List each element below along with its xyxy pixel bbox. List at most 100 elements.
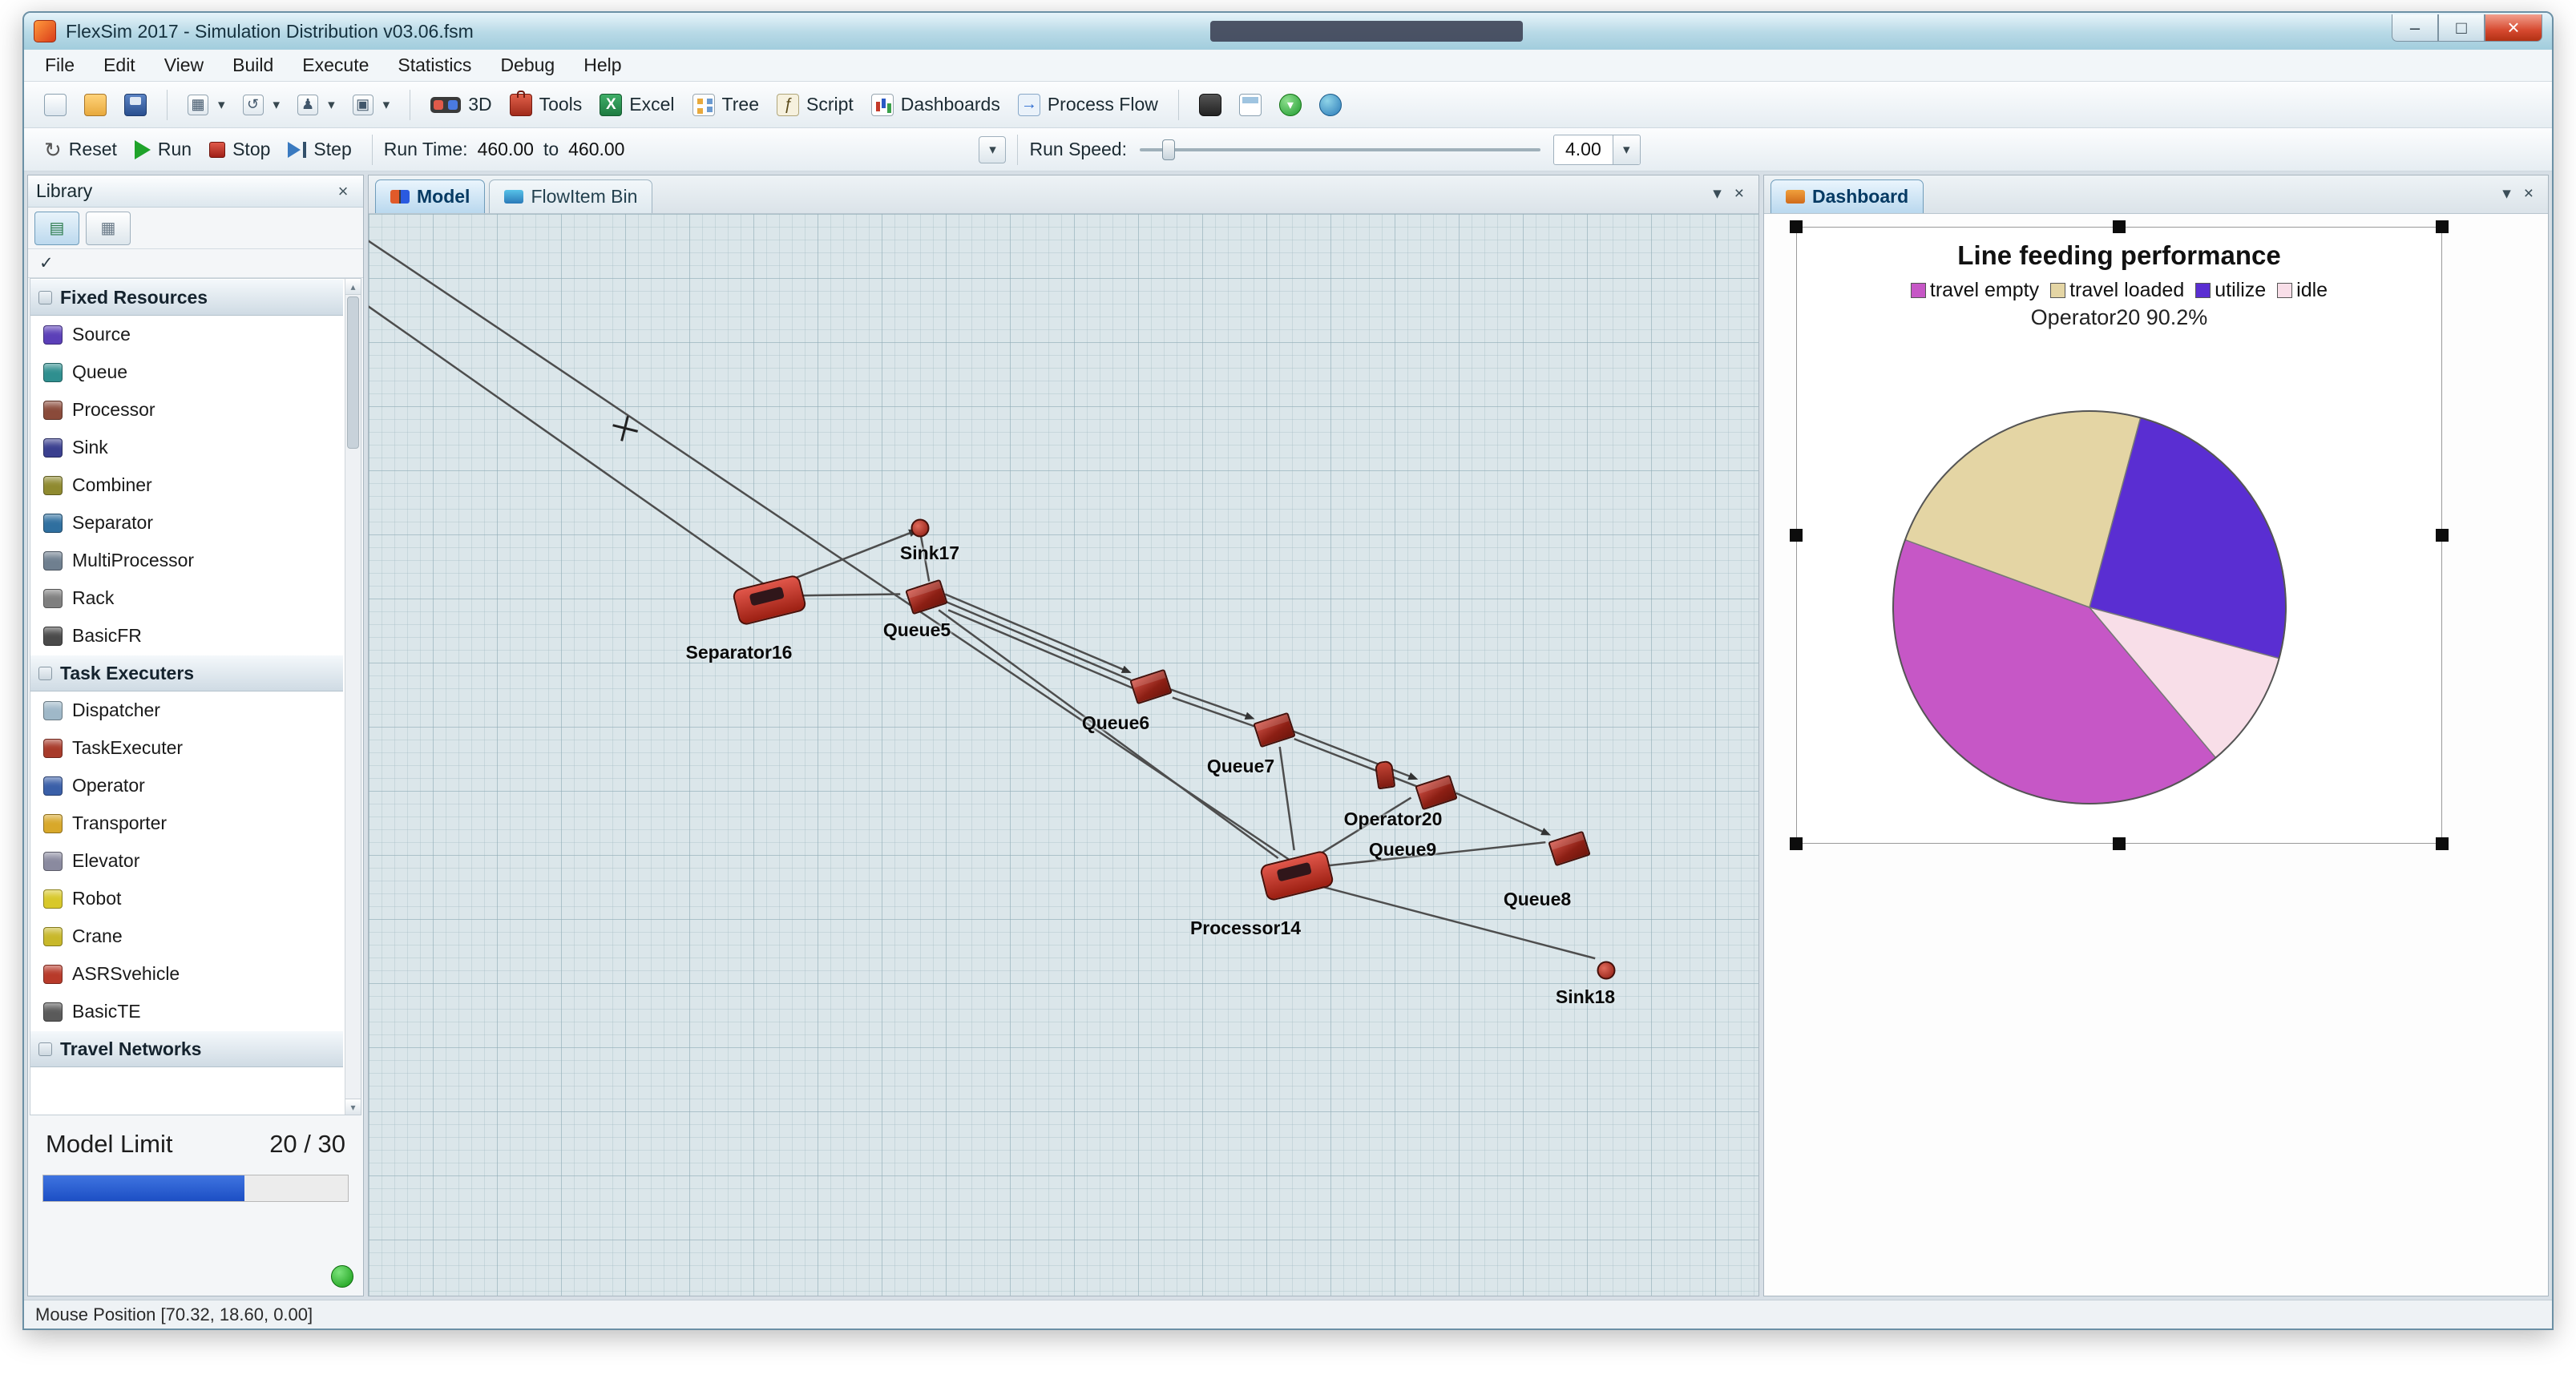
library-item-crane[interactable]: Crane	[30, 917, 343, 955]
legend-swatch	[2050, 283, 2065, 298]
tree-button[interactable]: Tree	[684, 90, 768, 120]
library-item-basicte[interactable]: BasicTE	[30, 993, 343, 1030]
library-item-elevator[interactable]: Elevator	[30, 842, 343, 880]
resize-handle[interactable]	[2436, 837, 2449, 850]
chart-subtitle: Operator20 90.2%	[1797, 305, 2441, 330]
library-item-rack[interactable]: Rack	[30, 579, 343, 617]
person-tool-dropdown[interactable]: ♟▾	[289, 91, 344, 119]
save-button[interactable]	[115, 90, 155, 120]
run-speed-slider[interactable]	[1140, 138, 1540, 162]
process-flow-button[interactable]: →Process Flow	[1009, 90, 1167, 120]
model-canvas[interactable]: Sink17Queue5Separator16Queue6Queue7Opera…	[369, 214, 1758, 1296]
dashboards-button[interactable]: Dashboards	[862, 90, 1009, 120]
run-speed-spinbox[interactable]: 4.00 ▾	[1553, 135, 1641, 165]
library-item-icon	[43, 927, 63, 946]
menu-item-help[interactable]: Help	[569, 50, 636, 81]
open-folder-icon	[84, 94, 107, 116]
maximize-button[interactable]: □	[2438, 14, 2485, 42]
menu-item-build[interactable]: Build	[218, 50, 288, 81]
library-item-taskexecuter[interactable]: TaskExecuter	[30, 729, 343, 767]
close-button[interactable]: ×	[2485, 14, 2542, 42]
library-item-sink[interactable]: Sink	[30, 429, 343, 466]
tab-list-dropdown-icon[interactable]: ▾	[2502, 183, 2511, 204]
run-button[interactable]: Run	[126, 135, 200, 164]
library-tab-objects[interactable]: ▤	[34, 212, 79, 245]
run-time-from-value[interactable]: 460.00	[478, 139, 534, 160]
menu-item-statistics[interactable]: Statistics	[383, 50, 486, 81]
tab-list-dropdown-icon[interactable]: ▾	[1713, 183, 1722, 204]
library-close-button[interactable]: ×	[331, 181, 355, 202]
library-item-operator[interactable]: Operator	[30, 767, 343, 804]
object-label-queue8: Queue8	[1504, 889, 1571, 910]
window-layout-button[interactable]	[1230, 90, 1270, 120]
menu-item-view[interactable]: View	[150, 50, 218, 81]
title-bar[interactable]: FlexSim 2017 - Simulation Distribution v…	[24, 13, 2552, 50]
resize-handle[interactable]	[1790, 529, 1803, 542]
library-item-multiprocessor[interactable]: MultiProcessor	[30, 542, 343, 579]
library-item-transporter[interactable]: Transporter	[30, 804, 343, 842]
library-item-separator[interactable]: Separator	[30, 504, 343, 542]
scrollbar-thumb[interactable]	[347, 296, 359, 449]
library-item-basicfr[interactable]: BasicFR	[30, 617, 343, 655]
tab-dashboard[interactable]: Dashboard	[1770, 179, 1924, 213]
model-object-sink17[interactable]	[911, 519, 930, 538]
menu-item-execute[interactable]: Execute	[288, 50, 383, 81]
resize-handle[interactable]	[2113, 837, 2126, 850]
run-time-dropdown-button[interactable]: ▾	[979, 136, 1006, 163]
chevron-down-icon: ▾	[273, 97, 281, 113]
toolbar-separator	[1178, 90, 1179, 120]
library-item-processor[interactable]: Processor	[30, 391, 343, 429]
scroll-up-icon[interactable]: ▴	[345, 279, 361, 295]
library-section-fixed-resources[interactable]: Fixed Resources	[30, 279, 343, 316]
undo-tool-dropdown[interactable]: ↺▾	[234, 91, 289, 119]
resize-handle[interactable]	[2436, 529, 2449, 542]
library-filter-row[interactable]: ✓	[28, 249, 363, 278]
device-button[interactable]	[1190, 90, 1230, 120]
library-tab-properties[interactable]: ▦	[86, 212, 131, 245]
library-scrollbar[interactable]: ▴▾	[345, 279, 361, 1115]
step-button[interactable]: Step	[279, 135, 360, 164]
minimize-button[interactable]: –	[2392, 14, 2438, 42]
library-section-travel-networks[interactable]: Travel Networks	[30, 1030, 343, 1067]
reset-button[interactable]: ↻Reset	[35, 135, 126, 164]
scroll-down-icon[interactable]: ▾	[345, 1099, 361, 1115]
library-item-source[interactable]: Source	[30, 316, 343, 353]
excel-button[interactable]: XExcel	[591, 90, 683, 120]
script-button[interactable]: ƒScript	[768, 90, 862, 120]
tools-button[interactable]: Tools	[501, 90, 592, 120]
grid-tool-dropdown[interactable]: ▦▾	[179, 91, 234, 119]
menu-item-file[interactable]: File	[30, 50, 89, 81]
model-object-sink18[interactable]	[1597, 962, 1616, 980]
resize-handle[interactable]	[1790, 837, 1803, 850]
close-view-icon[interactable]: ×	[1734, 184, 1744, 204]
library-item-queue[interactable]: Queue	[30, 353, 343, 391]
tab-model[interactable]: Model	[375, 179, 485, 213]
run-time-to-value[interactable]: 460.00	[568, 139, 624, 160]
library-item-combiner[interactable]: Combiner	[30, 466, 343, 504]
resize-handle[interactable]	[2113, 220, 2126, 233]
library-item-asrsvehicle[interactable]: ASRSvehicle	[30, 955, 343, 993]
run-speed-value[interactable]: 4.00	[1565, 139, 1601, 160]
menu-item-edit[interactable]: Edit	[89, 50, 150, 81]
slider-thumb[interactable]	[1162, 139, 1175, 160]
stop-button[interactable]: Stop	[200, 135, 279, 164]
cube-tool-dropdown[interactable]: ▣▾	[344, 91, 399, 119]
resize-handle[interactable]	[2436, 220, 2449, 233]
tree-icon	[692, 94, 715, 116]
run-speed-dropdown-button[interactable]: ▾	[1613, 135, 1640, 164]
library-item-label: BasicFR	[72, 625, 142, 647]
open-button[interactable]	[75, 90, 115, 120]
library-section-task-executers[interactable]: Task Executers	[30, 655, 343, 691]
library-item-robot[interactable]: Robot	[30, 880, 343, 917]
close-view-icon[interactable]: ×	[2524, 184, 2534, 204]
update-button[interactable]: ▾	[1270, 90, 1310, 120]
view-3d-button[interactable]: 3D	[422, 90, 500, 119]
pie-chart-widget[interactable]: Line feeding performance travel emptytra…	[1796, 227, 2442, 844]
menu-item-debug[interactable]: Debug	[486, 50, 569, 81]
online-button[interactable]	[1310, 90, 1351, 120]
library-item-label: Separator	[72, 512, 153, 534]
resize-handle[interactable]	[1790, 220, 1803, 233]
new-model-button[interactable]	[35, 90, 75, 120]
library-item-dispatcher[interactable]: Dispatcher	[30, 691, 343, 729]
tab-flowitem-bin[interactable]: FlowItem Bin	[489, 179, 652, 213]
